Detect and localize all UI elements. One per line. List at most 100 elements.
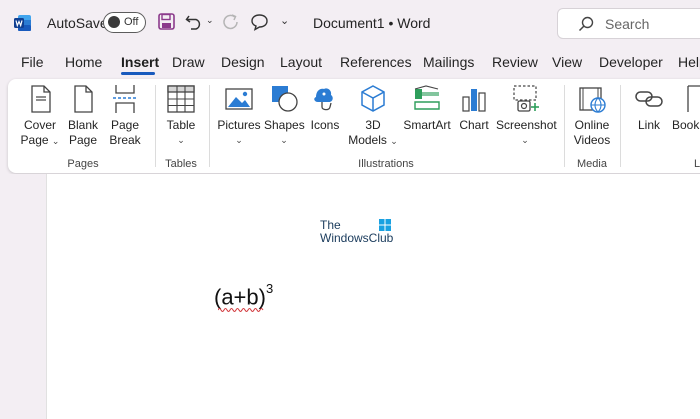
insert-ribbon: Cover Page ⌄ Blank Page Page Break Pages… bbox=[8, 79, 700, 173]
table-icon bbox=[167, 85, 195, 113]
shapes-button[interactable]: Shapes ⌄ bbox=[264, 83, 305, 148]
smartart-label: SmartArt bbox=[403, 118, 451, 132]
active-tab-indicator bbox=[121, 72, 155, 75]
formula-exponent: 3 bbox=[265, 281, 274, 296]
online-videos-label-2: Videos bbox=[573, 133, 611, 147]
chevron-down-icon: ⌄ bbox=[51, 136, 60, 146]
cover-page-label-1: Cover bbox=[23, 118, 56, 132]
online-videos-label-1: Online bbox=[574, 118, 610, 132]
document-page[interactable] bbox=[46, 174, 700, 419]
tab-help[interactable]: Help bbox=[678, 54, 700, 70]
group-label-links: Li bbox=[694, 158, 700, 170]
3d-models-label-2: Models bbox=[348, 133, 387, 147]
pictures-label: Pictures bbox=[217, 118, 261, 132]
page-break-button[interactable]: Page Break bbox=[108, 83, 142, 148]
cover-page-label-2: Page bbox=[20, 133, 49, 147]
tab-mailings[interactable]: Mailings bbox=[423, 54, 474, 70]
bookmark-button[interactable]: Book bbox=[672, 83, 700, 133]
group-separator bbox=[209, 85, 210, 167]
toggle-knob bbox=[108, 16, 120, 28]
title-bar: AutoSave Off ⌄ ⌄ Document1 • Word Search bbox=[0, 0, 700, 46]
group-separator bbox=[620, 85, 621, 167]
chart-button[interactable]: Chart bbox=[456, 83, 492, 133]
group-separator bbox=[155, 85, 156, 167]
page-break-label-1: Page bbox=[110, 118, 140, 132]
online-video-icon bbox=[579, 87, 606, 113]
tab-design[interactable]: Design bbox=[221, 54, 265, 70]
3d-cube-icon bbox=[361, 85, 385, 112]
pictures-button[interactable]: Pictures ⌄ bbox=[216, 83, 262, 148]
page-break-label-2: Break bbox=[109, 133, 141, 147]
3d-models-label-1: 3D bbox=[365, 118, 381, 132]
tab-review[interactable]: Review bbox=[492, 54, 538, 70]
3d-models-button[interactable]: 3D Models ⌄ bbox=[346, 83, 400, 149]
screenshot-button[interactable]: Screenshot ⌄ bbox=[496, 83, 557, 148]
chart-label: Chart bbox=[459, 118, 489, 132]
spellcheck-underline bbox=[218, 308, 264, 312]
word-app-icon[interactable] bbox=[14, 14, 32, 32]
autosave-state: Off bbox=[124, 16, 139, 28]
online-videos-button[interactable]: Online Videos bbox=[570, 83, 614, 148]
search-box[interactable]: Search bbox=[557, 8, 700, 39]
tab-draw[interactable]: Draw bbox=[172, 54, 205, 70]
chevron-down-icon: ⌄ bbox=[280, 135, 288, 145]
link-icon bbox=[635, 91, 663, 107]
undo-icon[interactable] bbox=[185, 13, 203, 30]
smartart-button[interactable]: SmartArt bbox=[401, 83, 453, 133]
shapes-icon bbox=[272, 86, 298, 112]
redo-icon[interactable] bbox=[222, 13, 240, 31]
undo-dropdown-chevron-icon[interactable]: ⌄ bbox=[206, 15, 214, 26]
group-label-illustrations: Illustrations bbox=[358, 158, 414, 170]
group-separator bbox=[564, 85, 565, 167]
blank-page-icon bbox=[74, 85, 93, 113]
tab-insert[interactable]: Insert bbox=[121, 54, 159, 70]
comment-icon[interactable] bbox=[250, 13, 269, 31]
tab-view[interactable]: View bbox=[552, 54, 582, 70]
screenshot-label: Screenshot bbox=[496, 118, 557, 132]
windowsclub-logo-icon bbox=[379, 219, 391, 231]
tab-references[interactable]: References bbox=[340, 54, 412, 70]
ribbon-tabs: File Home Insert Draw Design Layout Refe… bbox=[0, 50, 700, 76]
cover-page-button[interactable]: Cover Page ⌄ bbox=[20, 83, 60, 149]
chevron-down-icon: ⌄ bbox=[177, 135, 185, 145]
icons-button[interactable]: Icons bbox=[308, 83, 342, 133]
watermark-line-1: The bbox=[320, 218, 341, 232]
blank-page-label-2: Page bbox=[68, 133, 98, 147]
bookmark-label: Book bbox=[672, 118, 700, 132]
customize-toolbar-icon[interactable]: ⌄ bbox=[280, 14, 289, 27]
screenshot-icon bbox=[513, 85, 539, 112]
bookmark-icon bbox=[687, 85, 700, 112]
table-label: Table bbox=[166, 118, 196, 132]
group-label-media: Media bbox=[577, 158, 607, 170]
table-button[interactable]: Table ⌄ bbox=[164, 83, 198, 148]
icons-label: Icons bbox=[310, 118, 340, 132]
search-icon bbox=[578, 16, 594, 32]
chevron-down-icon: ⌄ bbox=[521, 135, 529, 145]
formula-base: (a+b) bbox=[214, 284, 266, 310]
search-placeholder: Search bbox=[605, 16, 650, 32]
cover-page-icon bbox=[31, 85, 51, 113]
autosave-toggle[interactable]: Off bbox=[103, 12, 146, 33]
group-label-tables: Tables bbox=[165, 158, 197, 170]
shapes-label: Shapes bbox=[264, 118, 305, 132]
link-button[interactable]: Link bbox=[632, 83, 666, 133]
document-title: Document1 • Word bbox=[313, 15, 431, 31]
link-label: Link bbox=[637, 118, 660, 132]
pictures-icon bbox=[225, 88, 253, 110]
smartart-icon bbox=[414, 85, 440, 110]
tab-developer[interactable]: Developer bbox=[599, 54, 663, 70]
chart-icon bbox=[462, 89, 486, 112]
save-icon[interactable] bbox=[158, 13, 175, 30]
icons-icon bbox=[314, 88, 333, 111]
tab-home[interactable]: Home bbox=[65, 54, 102, 70]
group-label-pages: Pages bbox=[67, 158, 99, 170]
watermark-line-2: WindowsClub bbox=[320, 231, 394, 245]
chevron-down-icon: ⌄ bbox=[235, 135, 243, 145]
autosave-label: AutoSave bbox=[47, 15, 108, 31]
page-break-icon bbox=[113, 85, 137, 113]
tab-file[interactable]: File bbox=[21, 54, 44, 70]
blank-page-button[interactable]: Blank Page bbox=[66, 83, 100, 148]
chevron-down-icon: ⌄ bbox=[390, 136, 398, 146]
blank-page-label-1: Blank bbox=[67, 118, 99, 132]
tab-layout[interactable]: Layout bbox=[280, 54, 322, 70]
